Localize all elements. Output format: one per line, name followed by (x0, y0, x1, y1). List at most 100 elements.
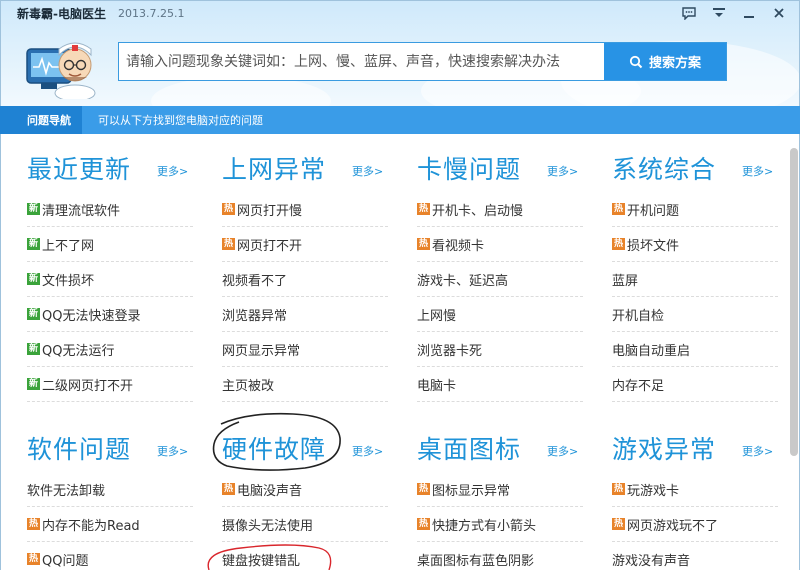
search-input[interactable] (119, 43, 604, 80)
app-title: 新毒霸-电脑医生 (17, 7, 106, 21)
problem-item-label: 电脑没声音 (237, 483, 303, 499)
doctor-mascot-icon (23, 27, 99, 102)
hot-badge: 热 (612, 238, 625, 250)
more-link[interactable]: 更多> (742, 443, 773, 459)
hot-badge: 热 (417, 483, 430, 495)
problem-item-label: 上不了网 (42, 238, 95, 254)
title-bar-header: 新毒霸-电脑医生 2013.7.25.1 请输入问题现象关键词如：上网、慢、蓝屏… (0, 0, 800, 106)
hot-badge: 热 (612, 483, 625, 495)
more-link[interactable]: 更多> (352, 163, 383, 179)
problem-item-label: 网页打开慢 (237, 203, 303, 219)
problem-item-label: QQ问题 (42, 553, 89, 569)
problem-item[interactable]: 主页被改 (222, 367, 388, 402)
problem-item[interactable]: 热开机卡、启动慢 (417, 192, 583, 227)
search-bar: 搜索方案 (118, 42, 727, 81)
problem-item-label: 游戏没有声音 (612, 553, 691, 569)
problem-item[interactable]: 热损坏文件 (612, 227, 778, 262)
problem-item[interactable]: 热网页打不开 (222, 227, 388, 262)
hot-badge: 热 (417, 203, 430, 215)
more-link[interactable]: 更多> (742, 163, 773, 179)
new-badge: 新 (27, 273, 40, 285)
nav-description: 可以从下方找到您电脑对应的问题 (98, 114, 263, 127)
category-header: 卡慢问题 更多> (417, 148, 583, 192)
problem-item[interactable]: 热网页打开慢 (222, 192, 388, 227)
problem-item[interactable]: 开机自检 (612, 297, 778, 332)
problem-item[interactable]: 新 QQ无法运行 (27, 332, 193, 367)
feedback-icon[interactable] (677, 3, 701, 23)
problem-item-label: 网页显示异常 (222, 343, 301, 359)
hot-badge: 热 (222, 483, 235, 495)
window-controls (677, 3, 791, 23)
search-button-label: 搜索方案 (648, 56, 701, 71)
problem-item[interactable]: 软件无法卸载 (27, 472, 193, 507)
category-title: 桌面图标 (417, 435, 522, 464)
problem-item[interactable]: 键盘按键错乱 (222, 542, 388, 570)
menu-icon[interactable] (707, 3, 731, 23)
hot-badge: 热 (612, 203, 625, 215)
category-header: 硬件故障 更多> (222, 428, 388, 472)
more-link[interactable]: 更多> (547, 163, 578, 179)
vertical-scrollbar[interactable] (790, 148, 798, 456)
category-header: 最近更新 更多> (27, 148, 193, 192)
problem-item-label: 内存不足 (612, 378, 665, 394)
hot-badge: 热 (222, 238, 235, 250)
category-desktop-icons: 桌面图标 更多> 热图标显示异常热快捷方式有小箭头 桌面图标有蓝色阴影 (417, 428, 583, 570)
problem-item[interactable]: 游戏卡、延迟高 (417, 262, 583, 297)
problem-item[interactable]: 新二级网页打不开 (27, 367, 193, 402)
search-button[interactable]: 搜索方案 (604, 43, 726, 80)
problem-item-label: 摄像头无法使用 (222, 518, 314, 534)
problem-item[interactable]: 热看视频卡 (417, 227, 583, 262)
problem-item[interactable]: 热图标显示异常 (417, 472, 583, 507)
problem-item[interactable]: 蓝屏 (612, 262, 778, 297)
problem-item-label: 上网慢 (417, 308, 457, 324)
more-link[interactable]: 更多> (157, 443, 188, 459)
tab-problem-navigation[interactable]: 问题导航 (0, 106, 82, 134)
category-title: 硬件故障 (222, 435, 327, 464)
problem-item[interactable]: 热玩游戏卡 (612, 472, 778, 507)
problem-item[interactable]: 新上不了网 (27, 227, 193, 262)
more-link[interactable]: 更多> (157, 163, 188, 179)
hot-badge: 热 (27, 553, 40, 565)
problem-item-label: 二级网页打不开 (42, 378, 134, 394)
problem-item-label: QQ无法快速登录 (42, 308, 141, 324)
problem-item[interactable]: 新 QQ无法快速登录 (27, 297, 193, 332)
category-title: 软件问题 (27, 435, 132, 464)
category-slowness-issues: 卡慢问题 更多> 热开机卡、启动慢热看视频卡 游戏卡、延迟高 上网慢 浏览器卡死 电脑卡 (417, 148, 583, 402)
problem-item-label: 软件无法卸载 (27, 483, 106, 499)
hot-badge: 热 (417, 518, 430, 530)
problem-item[interactable]: 浏览器异常 (222, 297, 388, 332)
problem-item-label: 开机问题 (627, 203, 680, 219)
category-game-issues: 游戏异常 更多> 热玩游戏卡热网页游戏玩不了游戏没有声音 (612, 428, 778, 570)
problem-item[interactable]: 视频看不了 (222, 262, 388, 297)
problem-item-label: 开机卡、启动慢 (432, 203, 524, 219)
problem-item[interactable]: 上网慢 (417, 297, 583, 332)
problem-item[interactable]: 热内存不能为Read (27, 507, 193, 542)
problem-item-label: 图标显示异常 (432, 483, 511, 499)
problem-item[interactable]: 热开机问题 (612, 192, 778, 227)
minimize-icon[interactable] (737, 3, 761, 23)
problem-item[interactable]: 摄像头无法使用 (222, 507, 388, 542)
problem-item[interactable]: 内存不足 (612, 367, 778, 402)
problem-item[interactable]: 网页显示异常 (222, 332, 388, 367)
problem-item[interactable]: 新文件损坏 (27, 262, 193, 297)
problem-item[interactable]: 浏览器卡死 (417, 332, 583, 367)
problem-item[interactable]: 新清理流氓软件 (27, 192, 193, 227)
problem-item[interactable]: 热网页游戏玩不了 (612, 507, 778, 542)
problem-item[interactable]: 电脑卡 (417, 367, 583, 402)
problem-item-label: 清理流氓软件 (42, 203, 121, 219)
category-title: 游戏异常 (612, 435, 717, 464)
problem-item-label: 网页打不开 (237, 238, 303, 254)
category-title: 上网异常 (222, 155, 327, 184)
problem-item[interactable]: 热 QQ问题 (27, 542, 193, 570)
more-link[interactable]: 更多> (352, 443, 383, 459)
problem-item[interactable]: 桌面图标有蓝色阴影 (417, 542, 583, 570)
problem-item[interactable]: 游戏没有声音 (612, 542, 778, 570)
problem-item-label: 主页被改 (222, 378, 275, 394)
problem-item[interactable]: 热快捷方式有小箭头 (417, 507, 583, 542)
problem-item[interactable]: 热电脑没声音 (222, 472, 388, 507)
category-system-general: 系统综合 更多> 热开机问题热损坏文件 蓝屏 开机自检 电脑自动重启 内存不足 (612, 148, 778, 402)
nav-bar: 问题导航 可以从下方找到您电脑对应的问题 (0, 106, 800, 134)
problem-item[interactable]: 电脑自动重启 (612, 332, 778, 367)
close-icon[interactable] (767, 3, 791, 23)
more-link[interactable]: 更多> (547, 443, 578, 459)
